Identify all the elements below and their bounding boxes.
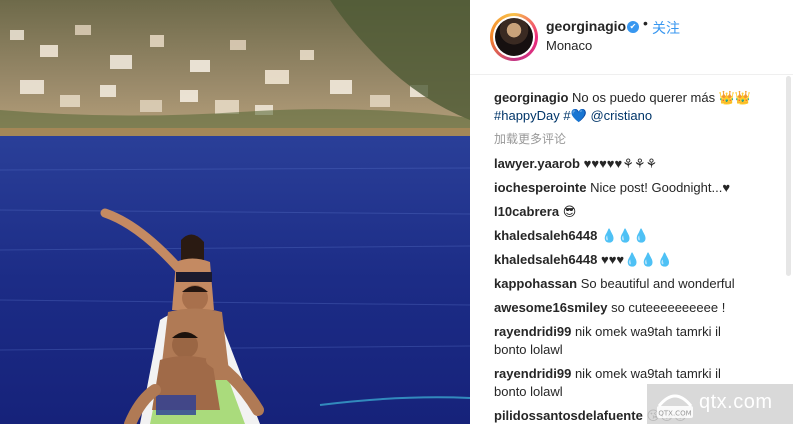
comment-username-link[interactable]: awesome16smiley: [494, 300, 607, 315]
comment-text: nik omek wa9tah tamrki il: [574, 324, 721, 339]
comment-text-continued: bonto lolawl: [494, 384, 563, 399]
comment-username-link[interactable]: lawyer.yaarob: [494, 156, 580, 171]
comment-item: rayendridi99 nik omek wa9tah tamrki il: [494, 365, 721, 383]
post-header: georginagio ✔ • 关注 Monaco: [470, 0, 793, 75]
hashtag-heart-link[interactable]: #💙: [563, 108, 586, 123]
follow-button[interactable]: 关注: [652, 18, 680, 38]
load-more-comments-button[interactable]: 加载更多评论: [494, 130, 566, 148]
comment-username-link[interactable]: rayendridi99: [494, 366, 571, 381]
comment-username-link[interactable]: l10cabrera: [494, 204, 559, 219]
watermark-logo-icon: QTX.COM: [657, 394, 693, 418]
comment-text: ♥♥♥♥♥⚘⚘⚘: [583, 156, 658, 171]
comment-item: lawyer.yaarob ♥♥♥♥♥⚘⚘⚘: [494, 155, 657, 173]
site-watermark: QTX.COM qtx.com: [647, 384, 793, 424]
comment-text-continued: bonto lolawl: [494, 342, 563, 357]
comment-item: iochesperointe Nice post! Goodnight...♥: [494, 179, 730, 197]
comment-text: Nice post! Goodnight...♥: [590, 180, 731, 195]
comment-item: khaledsaleh6448 ♥♥♥💧💧💧: [494, 251, 673, 269]
comment-item: rayendridi99 nik omek wa9tah tamrki il: [494, 323, 721, 341]
hashtag-link[interactable]: #happyDay: [494, 108, 560, 123]
comment-text: 😎: [562, 204, 577, 219]
photo-scene: [0, 0, 470, 424]
comment-item: l10cabrera 😎: [494, 203, 576, 221]
caption-line: georginagio No os puedo querer más 👑👑: [494, 89, 751, 107]
comment-item: awesome16smiley so cuteeeeeeeeee !: [494, 299, 725, 317]
story-ring[interactable]: [490, 13, 538, 61]
comment-username-link[interactable]: khaledsaleh6448: [494, 228, 597, 243]
caption-text: No os puedo querer más 👑👑: [572, 90, 752, 105]
comment-item: kappohassan So beautiful and wonderful: [494, 275, 735, 293]
comment-username-link[interactable]: khaledsaleh6448: [494, 252, 597, 267]
separator-dot: •: [643, 15, 648, 31]
post-photo[interactable]: [0, 0, 470, 424]
avatar-image: [495, 18, 533, 56]
comment-username-link[interactable]: rayendridi99: [494, 324, 571, 339]
verified-badge-icon: ✔: [627, 21, 639, 33]
comment-text: nik omek wa9tah tamrki il: [574, 366, 721, 381]
comment-text: So beautiful and wonderful: [580, 276, 735, 291]
location-link[interactable]: Monaco: [546, 38, 592, 53]
comment-username-link[interactable]: pilidossantosdelafuente: [494, 408, 643, 423]
comment-text: 💧💧💧: [600, 228, 650, 243]
comment-item: khaledsaleh6448 💧💧💧: [494, 227, 650, 245]
post-side-panel: georginagio ✔ • 关注 Monaco georginagio No…: [470, 0, 793, 424]
comment-text: ♥♥♥💧💧💧: [600, 252, 673, 267]
watermark-text: qtx.com: [699, 391, 773, 413]
comment-username-link[interactable]: kappohassan: [494, 276, 577, 291]
comment-text: so cuteeeeeeeeee !: [611, 300, 726, 315]
mention-link[interactable]: @cristiano: [590, 108, 652, 123]
comments-scrollbar[interactable]: [786, 76, 791, 276]
caption-username-link[interactable]: georginagio: [494, 90, 568, 105]
comment-username-link[interactable]: iochesperointe: [494, 180, 586, 195]
avatar[interactable]: [493, 16, 535, 58]
caption-line-2: #happyDay #💙 @cristiano: [494, 107, 652, 125]
post-username-link[interactable]: georginagio: [546, 18, 626, 34]
watermark-logo-text: QTX.COM: [658, 410, 691, 418]
